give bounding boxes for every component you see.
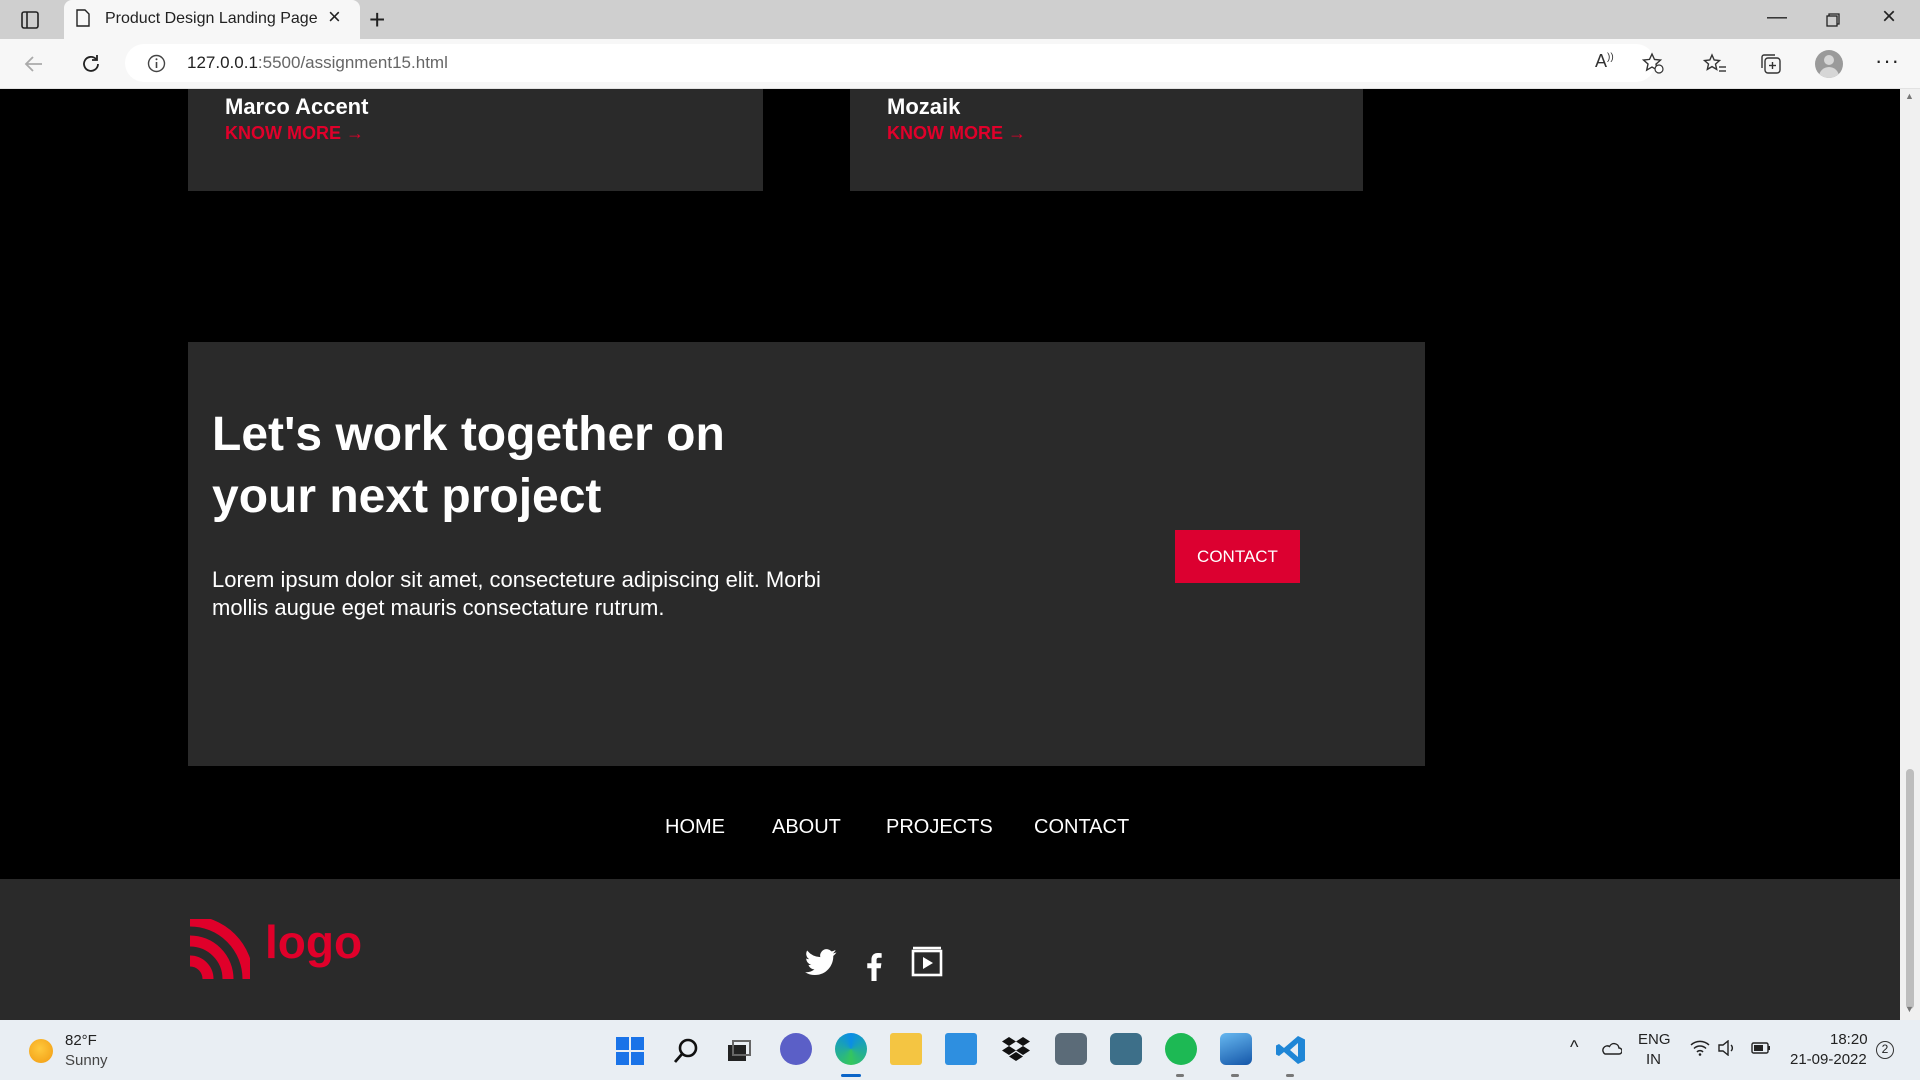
info-icon[interactable]: [147, 54, 166, 73]
notification-count: 2: [1881, 1042, 1889, 1056]
footer: logo: [0, 879, 1900, 1020]
dropbox-icon[interactable]: [1000, 1035, 1032, 1065]
edge-icon[interactable]: [835, 1033, 867, 1065]
arrow-right-icon: →: [346, 123, 365, 143]
project-card: Mozaik KNOW MORE →: [850, 89, 1363, 191]
card-title: Marco Accent: [225, 94, 369, 119]
nav-contact[interactable]: CONTACT: [1034, 816, 1129, 839]
project-card: Marco Accent KNOW MORE →: [188, 89, 763, 191]
nav-about[interactable]: ABOUT: [772, 816, 841, 839]
arrow-right-icon: →: [1008, 123, 1027, 143]
nav-home[interactable]: HOME: [665, 816, 725, 839]
scroll-up-icon[interactable]: ▲: [1905, 91, 1914, 101]
clock-time[interactable]: 18:20: [1830, 1031, 1868, 1048]
cortana-icon[interactable]: [1110, 1033, 1142, 1065]
chevron-up-icon[interactable]: ^: [1570, 1037, 1578, 1058]
restore-icon[interactable]: [1826, 13, 1840, 27]
favorites-icon[interactable]: [1703, 53, 1727, 75]
volume-icon[interactable]: [1718, 1040, 1736, 1056]
vscode-icon[interactable]: [1275, 1034, 1307, 1066]
spotify-icon[interactable]: [1165, 1033, 1197, 1065]
know-more-link[interactable]: KNOW MORE →: [225, 123, 364, 144]
notification-badge[interactable]: 2: [1876, 1041, 1894, 1059]
tab-actions-icon[interactable]: [21, 11, 39, 29]
github-desktop-icon[interactable]: [1055, 1033, 1087, 1065]
know-more-link[interactable]: KNOW MORE →: [887, 123, 1026, 144]
search-icon[interactable]: [672, 1037, 700, 1065]
mail-icon[interactable]: [945, 1033, 977, 1065]
know-more-label: KNOW MORE: [225, 123, 341, 143]
teams-chat-icon[interactable]: [780, 1033, 812, 1065]
refresh-icon[interactable]: [80, 53, 102, 75]
photos-icon[interactable]: [1220, 1033, 1252, 1065]
url-path: :5500/assignment15.html: [257, 53, 448, 72]
onedrive-icon[interactable]: [1600, 1041, 1622, 1055]
clock-date[interactable]: 21-09-2022: [1790, 1051, 1867, 1068]
cta-section: Let's work together on your next project…: [188, 342, 1425, 766]
close-window-icon[interactable]: ×: [1882, 3, 1896, 31]
wifi-icon[interactable]: [1690, 1040, 1710, 1056]
facebook-icon[interactable]: [866, 953, 882, 981]
running-indicator: [1176, 1074, 1184, 1077]
browser-tab-bar: Product Design Landing Page × + — ×: [0, 0, 1920, 39]
taskbar: 82°F Sunny ^ ENG IN 18:20 21-09-2022 2: [0, 1020, 1920, 1080]
minimize-icon[interactable]: —: [1767, 6, 1787, 29]
running-indicator: [1231, 1074, 1239, 1077]
url-field[interactable]: 127.0.0.1:5500/assignment15.html A)): [125, 44, 1664, 82]
logo-icon[interactable]: [188, 919, 250, 981]
collections-icon[interactable]: [1760, 53, 1782, 75]
battery-icon[interactable]: [1751, 1040, 1771, 1056]
file-explorer-icon[interactable]: [890, 1033, 922, 1065]
address-bar: 127.0.0.1:5500/assignment15.html A)) ···: [0, 39, 1920, 89]
contact-button[interactable]: CONTACT: [1175, 530, 1300, 583]
active-app-indicator: [841, 1074, 861, 1077]
page-viewport: Marco Accent KNOW MORE → Mozaik KNOW MOR…: [0, 89, 1900, 1020]
task-view-icon[interactable]: [725, 1037, 753, 1065]
browser-tab[interactable]: Product Design Landing Page ×: [64, 0, 360, 39]
profile-avatar[interactable]: [1815, 50, 1843, 78]
weather-temperature[interactable]: 82°F: [65, 1032, 97, 1049]
read-aloud-icon[interactable]: A)): [1595, 51, 1614, 72]
language-indicator[interactable]: ENG: [1638, 1031, 1671, 1048]
card-title: Mozaik: [887, 94, 961, 119]
page-scrollbar[interactable]: ▲ ▼: [1900, 89, 1920, 1020]
weather-condition[interactable]: Sunny: [65, 1052, 108, 1069]
region-indicator[interactable]: IN: [1646, 1051, 1661, 1068]
nav-projects[interactable]: PROJECTS: [886, 816, 993, 839]
back-icon[interactable]: [24, 54, 44, 74]
start-icon[interactable]: [615, 1036, 645, 1066]
add-favorite-icon[interactable]: [1642, 52, 1664, 74]
scroll-down-icon[interactable]: ▼: [1905, 1004, 1914, 1014]
tab-close-icon[interactable]: ×: [328, 6, 341, 28]
cta-heading: Let's work together on your next project: [212, 408, 725, 523]
tab-title: Product Design Landing Page: [105, 10, 318, 27]
avatar-body: [1819, 67, 1839, 78]
cta-description: Lorem ipsum dolor sit amet, consecteture…: [212, 567, 821, 620]
more-menu-icon[interactable]: ···: [1875, 48, 1900, 74]
sun-icon: [29, 1039, 53, 1063]
url-host: 127.0.0.1: [187, 53, 258, 72]
youtube-icon[interactable]: [911, 946, 943, 978]
new-tab-icon[interactable]: +: [369, 4, 385, 36]
scrollbar-thumb[interactable]: [1906, 769, 1914, 1009]
page-icon: [76, 9, 90, 27]
avatar-head: [1824, 55, 1834, 65]
running-indicator: [1286, 1074, 1294, 1077]
logo-text[interactable]: logo: [265, 915, 362, 969]
know-more-label: KNOW MORE: [887, 123, 1003, 143]
twitter-icon[interactable]: [805, 949, 837, 976]
url-text: 127.0.0.1:5500/assignment15.html: [187, 53, 448, 73]
